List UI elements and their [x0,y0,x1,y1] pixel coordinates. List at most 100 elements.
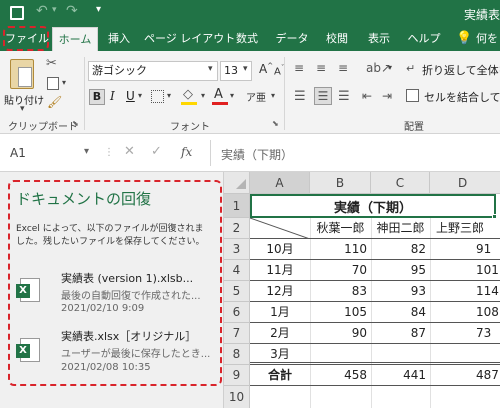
formula-input[interactable]: 実績（下期） [210,140,500,166]
table-cell[interactable]: 108 [430,302,500,323]
name-box-dropdown-icon[interactable]: ▾ [84,146,89,157]
table-cell[interactable]: 93 [371,281,430,302]
tab-view[interactable]: 表示 [364,27,394,51]
month-label[interactable]: 11月 [250,260,310,281]
enter-icon[interactable]: ✓ [151,144,162,159]
fill-color-dropdown-icon[interactable]: ▾ [201,91,205,100]
column-header-d[interactable]: D [430,172,500,194]
redo-icon[interactable]: ↷ [66,3,78,19]
row-header-2[interactable]: 2 [224,218,250,239]
font-name-dropdown-icon[interactable]: ▾ [208,64,213,74]
align-middle-icon[interactable]: ≡ [316,61,326,75]
align-bottom-icon[interactable]: ≡ [338,61,348,75]
table-cell[interactable]: 82 [371,239,430,260]
table-cell[interactable]: 70 [310,260,371,281]
phonetic-dropdown-icon[interactable]: ▾ [271,91,275,100]
month-label[interactable]: 12月 [250,281,310,302]
recovery-file-item[interactable]: X 実績表.xlsx［オリジナル］ ユーザーが最後に保存したとき... 2021… [12,324,218,382]
table-header-cell[interactable]: 神田二郎 [371,218,430,239]
undo-icon[interactable]: ↶ [36,3,48,19]
table-cell[interactable]: 91 [430,239,500,260]
row-header-5[interactable]: 5 [224,281,250,302]
tab-formulas[interactable]: 数式 [232,27,262,51]
table-cell[interactable] [310,344,371,365]
table-cell[interactable] [430,344,500,365]
row-header-8[interactable]: 8 [224,344,250,365]
table-cell[interactable]: 73 [430,323,500,344]
align-center-icon[interactable]: ☰ [314,87,332,105]
tab-home[interactable]: ホーム [52,27,98,52]
borders-icon[interactable] [151,90,164,103]
italic-icon[interactable]: I [110,89,115,103]
merge-center-icon[interactable] [406,89,419,102]
font-name-select[interactable]: 游ゴシック [88,61,218,81]
copy-icon[interactable] [47,77,59,90]
save-icon[interactable] [10,6,24,20]
merge-center-button[interactable]: セルを結合して中央 [424,89,500,105]
increase-indent-icon[interactable]: ⇥ [382,89,392,103]
customize-qat-icon[interactable]: ▾ [96,4,101,15]
table-cell[interactable]: 110 [310,239,371,260]
wrap-text-icon[interactable]: ↵ [406,62,415,75]
font-color-dropdown-icon[interactable]: ▾ [230,91,234,100]
table-cell[interactable]: 105 [310,302,371,323]
row-header-3[interactable]: 3 [224,239,250,260]
tab-help[interactable]: ヘルプ [406,27,442,51]
paste-dropdown-icon[interactable]: ▾ [20,104,25,114]
total-cell[interactable]: 458 [310,365,371,386]
table-cell[interactable]: 101 [430,260,500,281]
table-cell[interactable]: 87 [371,323,430,344]
cancel-icon[interactable]: ✕ [124,144,135,159]
tab-file[interactable]: ファイル [3,26,49,51]
decrease-font-size-icon[interactable]: Aˇ [274,64,284,77]
phonetic-icon[interactable]: ア亜 [246,89,266,104]
row-header-1[interactable]: 1 [224,194,250,218]
month-label[interactable]: 3月 [250,344,310,365]
tab-review[interactable]: 校閲 [322,27,352,51]
total-cell[interactable]: 487 [430,365,500,386]
underline-icon[interactable]: U [126,89,135,103]
month-label[interactable]: 2月 [250,323,310,344]
table-header-cell[interactable]: 上野三郎 [430,218,500,239]
worksheet-grid[interactable]: A B C D 1 2 3 4 5 6 7 8 9 10 実績（下期） 秋葉一郎… [224,172,500,408]
table-cell[interactable]: 95 [371,260,430,281]
month-label[interactable]: 10月 [250,239,310,260]
underline-dropdown-icon[interactable]: ▾ [138,91,142,100]
align-right-icon[interactable]: ☰ [338,89,350,104]
table-cell[interactable] [371,344,430,365]
fill-color-icon[interactable]: ◇ [181,87,197,105]
font-launcher-icon[interactable]: ⬊ [272,119,279,128]
undo-dropdown-icon[interactable]: ▾ [52,5,57,15]
copy-dropdown-icon[interactable]: ▾ [62,78,66,87]
decrease-indent-icon[interactable]: ⇤ [362,89,372,103]
font-color-icon[interactable]: A [212,87,228,105]
increase-font-size-icon[interactable]: A^ [259,62,273,76]
align-left-icon[interactable]: ☰ [294,89,306,104]
row-header-9[interactable]: 9 [224,365,250,386]
name-box[interactable]: A1 [10,146,26,160]
cut-icon[interactable]: ✂ [46,56,57,71]
tab-page-layout[interactable]: ページ レイアウト [144,27,235,51]
row-header-6[interactable]: 6 [224,302,250,323]
wrap-text-button[interactable]: 折り返して全体を表 [422,62,500,78]
recovery-file-item[interactable]: X 実績表 (version 1).xlsb... 最後の自動回復で作成された.… [12,264,218,322]
table-cell[interactable]: 84 [371,302,430,323]
row-header-4[interactable]: 4 [224,260,250,281]
tab-insert[interactable]: 挿入 [104,27,134,51]
insert-function-icon[interactable]: fx [181,145,192,159]
align-top-icon[interactable]: ≡ [294,61,304,75]
table-cell[interactable]: 90 [310,323,371,344]
row-header-7[interactable]: 7 [224,323,250,344]
column-header-c[interactable]: C [371,172,430,194]
table-cell[interactable]: 114 [430,281,500,302]
table-header-cell[interactable]: 秋葉一郎 [310,218,371,239]
diagonal-header-cell[interactable] [250,218,310,239]
clipboard-launcher-icon[interactable]: ⬊ [72,119,79,128]
row-header-10[interactable]: 10 [224,386,250,408]
column-header-a[interactable]: A [250,172,310,194]
bold-icon[interactable]: B [89,89,105,105]
borders-dropdown-icon[interactable]: ▾ [167,91,171,100]
total-cell[interactable]: 441 [371,365,430,386]
tab-tell-me[interactable]: 何を [474,27,500,51]
format-painter-icon[interactable]: 🖌 [47,95,62,109]
